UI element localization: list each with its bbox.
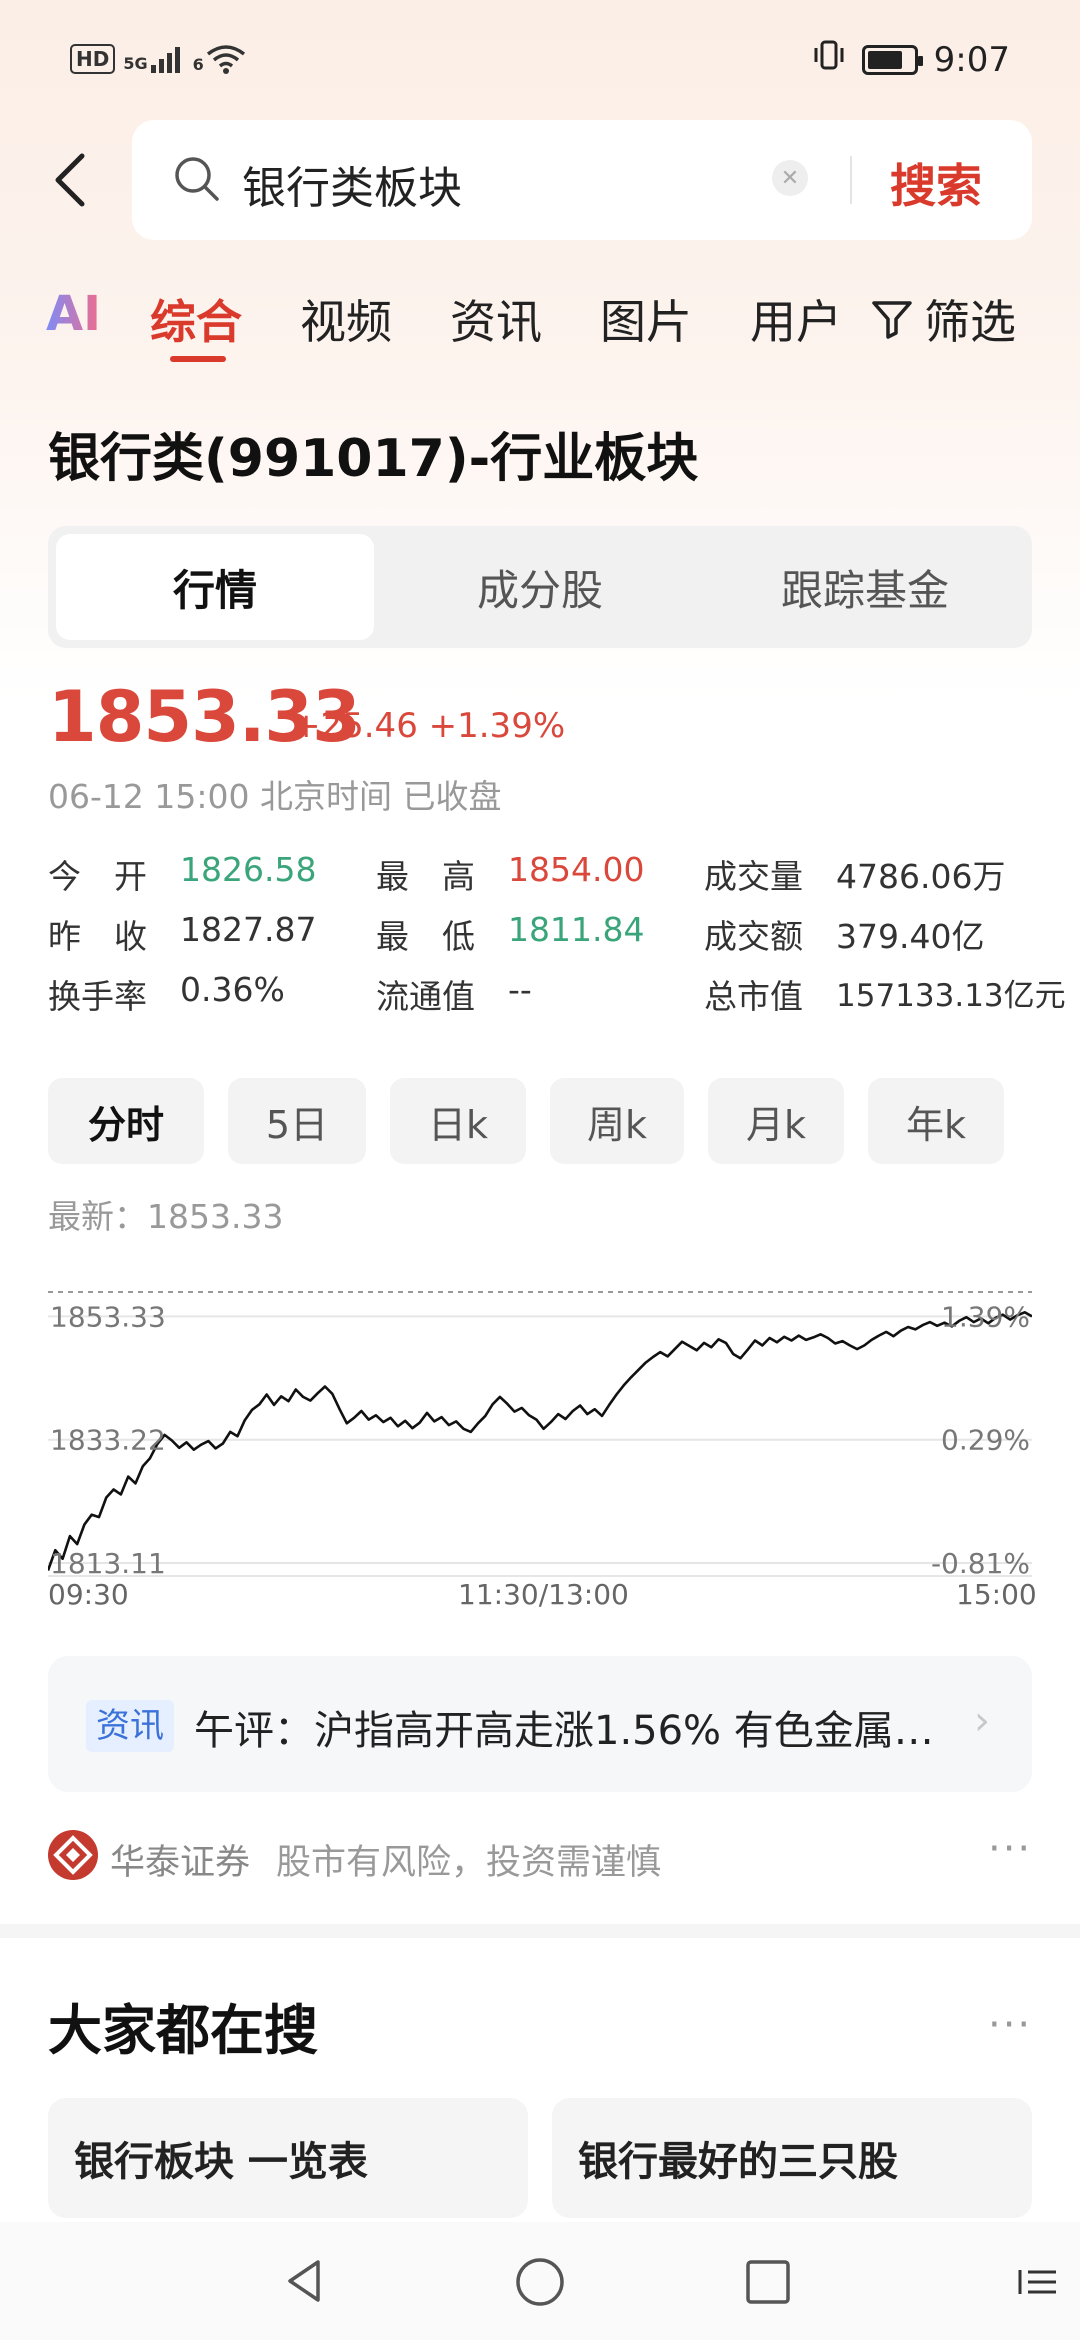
price-line: [48, 1310, 1032, 1571]
stats-grid: 今 开 1826.58 最 高 1854.00 成交量 4786.06万 昨 收…: [0, 850, 1080, 1020]
clock: 9:07: [933, 39, 1010, 80]
active-tab-indicator: [170, 356, 226, 362]
status-bar: HD 5G 6 9:07: [0, 0, 1080, 120]
tab-users[interactable]: 用户: [750, 286, 842, 352]
price-change: +25.46 +1.39%: [292, 706, 566, 746]
news-headline[interactable]: 午评：沪指高开高走涨1.56% 有色金属…: [194, 1698, 954, 1756]
search-divider: [850, 156, 852, 204]
segment-constituents[interactable]: 成分股: [381, 534, 699, 640]
signal-label: 5G: [123, 54, 148, 73]
filter-button[interactable]: 筛选: [870, 286, 1016, 352]
nav-home-icon[interactable]: [514, 2256, 566, 2308]
stat-turnover-label: 成交额: [704, 917, 803, 956]
section-divider: [0, 1924, 1080, 1938]
news-tag: 资讯: [86, 1700, 174, 1752]
period-day-k[interactable]: 日k: [390, 1078, 526, 1164]
trade-time-status: 06-12 15:00 北京时间 已收盘: [48, 777, 502, 816]
nav-menu-icon[interactable]: [1016, 2268, 1060, 2296]
search-icon: [172, 154, 222, 204]
status-right: 9:07: [812, 38, 1010, 81]
wifi-label: 6: [192, 55, 204, 74]
y-percent-label: -0.81%: [931, 1547, 1030, 1580]
tab-comprehensive[interactable]: 综合: [150, 286, 242, 352]
search-button[interactable]: 搜索: [890, 150, 982, 216]
battery-level: [867, 50, 902, 69]
segment-tracking-funds[interactable]: 跟踪基金: [706, 534, 1024, 640]
chevron-right-icon: ›: [974, 1698, 990, 1744]
y-percent-label: 1.39%: [941, 1300, 1030, 1333]
stat-high-label: 最 高: [376, 857, 475, 896]
stat-prev-close-label: 昨 收: [48, 917, 147, 956]
broker-row: 华泰证券 股市有风险，投资需谨慎 ···: [48, 1826, 1032, 1886]
stat-float-cap-label: 流通值: [376, 977, 475, 1016]
tab-news[interactable]: 资讯: [450, 286, 542, 352]
tab-video[interactable]: 视频: [300, 286, 392, 352]
y-tick-label: 1853.33: [50, 1300, 166, 1333]
broker-name[interactable]: 华泰证券: [110, 1834, 250, 1885]
stat-market-cap-label: 总市值: [704, 977, 803, 1016]
wifi-icon: 6: [193, 44, 246, 74]
result-tabs: AI 综合 视频 资讯 图片 用户 筛选: [0, 280, 1080, 370]
period-intraday[interactable]: 分时: [48, 1078, 204, 1164]
broker-logo-icon: [48, 1830, 98, 1880]
y-tick-label: 1833.22: [50, 1424, 166, 1457]
stat-volume-label: 成交量: [704, 857, 803, 896]
period-month-k[interactable]: 月k: [708, 1078, 844, 1164]
popular-search-item[interactable]: 银行最好的三只股: [552, 2098, 1032, 2218]
period-year-k[interactable]: 年k: [868, 1078, 1004, 1164]
popular-searches-title: 大家都在搜: [48, 1999, 318, 2062]
stat-turnover-rate-value: 0.36%: [180, 970, 285, 1009]
vibrate-icon: [812, 38, 846, 81]
intraday-chart[interactable]: 1853.33 1.39% 1833.22 0.29% 1813.11 -0.81%: [48, 1270, 1032, 1610]
tab-images[interactable]: 图片: [600, 286, 692, 352]
period-week-k[interactable]: 周k: [550, 1078, 684, 1164]
stat-prev-close-value: 1827.87: [180, 910, 317, 949]
x-tick-label: 11:30/13:00: [458, 1578, 629, 1611]
system-nav-bar: [0, 2222, 1080, 2340]
stat-turnover-rate-label: 换手率: [48, 977, 147, 1016]
stat-turnover-value: 379.40亿: [836, 917, 985, 956]
stat-open-label: 今 开: [48, 857, 147, 896]
stat-high-value: 1854.00: [508, 850, 645, 889]
hd-badge: HD: [70, 44, 116, 74]
more-options-icon[interactable]: ···: [988, 1826, 1032, 1872]
filter-label: 筛选: [924, 295, 1016, 349]
stat-open-value: 1826.58: [180, 850, 317, 889]
filter-icon: [872, 301, 912, 339]
sector-title: 银行类(991017)-行业板块: [48, 429, 699, 489]
clear-icon[interactable]: ✕: [772, 160, 808, 196]
segment-market[interactable]: 行情: [56, 534, 374, 640]
back-button[interactable]: [40, 140, 100, 220]
y-tick-label: 1813.11: [50, 1547, 166, 1580]
stat-float-cap-value: --: [508, 970, 532, 1009]
battery-icon: [861, 44, 923, 75]
stat-low-value: 1811.84: [508, 910, 645, 949]
stat-volume-value: 4786.06万: [836, 857, 1006, 896]
nav-recents-icon[interactable]: [744, 2258, 792, 2306]
status-left: HD 5G 6: [70, 44, 246, 74]
x-tick-label: 09:30: [48, 1578, 129, 1611]
quote-segmented-control: 行情 成分股 跟踪基金: [48, 526, 1032, 648]
popular-more-icon[interactable]: ···: [988, 2002, 1032, 2048]
popular-search-item[interactable]: 银行板块 一览表: [48, 2098, 528, 2218]
back-arrow-icon: [55, 153, 85, 207]
search-bar[interactable]: 银行类板块 ✕ 搜索: [132, 120, 1032, 240]
y-percent-label: 0.29%: [941, 1424, 1030, 1457]
risk-disclaimer: 股市有风险，投资需谨慎: [276, 1843, 662, 1883]
tab-ai[interactable]: AI: [46, 286, 101, 342]
news-card[interactable]: 资讯 午评：沪指高开高走涨1.56% 有色金属… ›: [48, 1656, 1032, 1792]
search-input[interactable]: 银行类板块: [242, 152, 462, 216]
stat-low-label: 最 低: [376, 917, 475, 956]
period-5day[interactable]: 5日: [228, 1078, 366, 1164]
x-tick-label: 15:00: [956, 1578, 1037, 1611]
signal-icon: 5G: [123, 45, 184, 73]
latest-price-label: 最新：1853.33: [48, 1197, 284, 1236]
stat-market-cap-value: 157133.13亿元: [836, 978, 1066, 1014]
nav-back-icon[interactable]: [280, 2256, 330, 2306]
